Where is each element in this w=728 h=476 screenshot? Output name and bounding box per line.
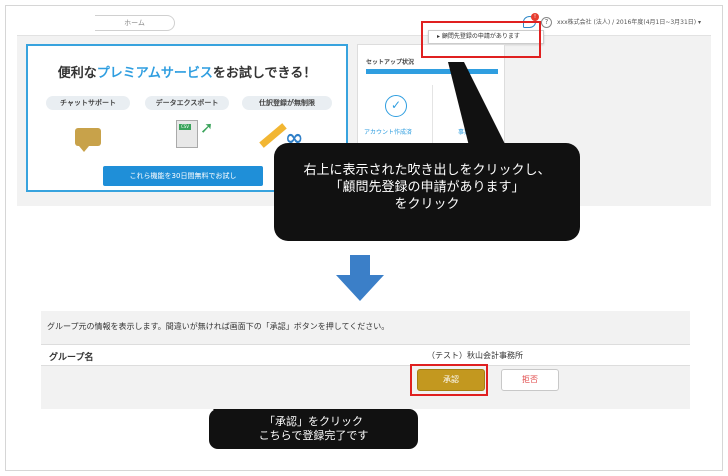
bottom-screenshot: グループ元の情報を表示します。間違いが無ければ画面下の「承認」ボタンを押してくだ… (41, 311, 690, 409)
csv-document-icon: CSV (176, 120, 198, 148)
instruction-callout-bottom: 「承認」をクリック こちらで登録完了です (209, 409, 418, 449)
setup-label-office[interactable]: 事業所 (458, 127, 476, 136)
highlight-notification (421, 21, 541, 58)
notification-badge: ! (531, 13, 539, 21)
top-bar: ホーム ! ? xxx株式会社 (法人) / 2016年度(4月1日~3月31日… (17, 10, 711, 36)
help-icon[interactable]: ? (541, 17, 552, 28)
breadcrumb-home[interactable]: ホーム (95, 15, 175, 31)
instruction-callout-top: 右上に表示された吹き出しをクリックし、 「顧問先登録の申請があります」 をクリッ… (274, 143, 580, 241)
highlight-approve (410, 364, 488, 396)
promo-title-pre: 便利な (57, 66, 97, 81)
chat-support-icon (75, 128, 101, 152)
csv-badge: CSV (179, 124, 191, 130)
feature-chat-support: チャットサポート (46, 96, 130, 110)
callout-bottom-line-1: 「承認」をクリック (264, 415, 363, 428)
callout-top-line-1: 右上に表示された吹き出しをクリックし、 (303, 163, 551, 178)
group-name-value: （テスト）秋山会計事務所 (427, 351, 523, 360)
setup-title: セットアップ状況 (366, 59, 415, 66)
setup-label-account[interactable]: アカウント作成済 (364, 127, 412, 136)
down-arrow-icon (336, 255, 384, 301)
group-name-label: グループ名 (49, 353, 94, 363)
feature-unlimited-entries: 仕訳登録が無制限 (242, 96, 332, 110)
promo-title-highlight: プレミアムサービス (96, 66, 213, 81)
reject-button[interactable]: 拒否 (501, 369, 559, 391)
export-arrow-icon: ➚ (200, 118, 214, 137)
info-message: グループ元の情報を表示します。間違いが無ければ画面下の「承認」ボタンを押してくだ… (47, 322, 390, 331)
company-selector[interactable]: xxx株式会社 (法人) / 2016年度(4月1日~3月31日) ▾ (557, 17, 711, 26)
feature-data-export: データエクスポート (145, 96, 229, 110)
setup-progress-bar (366, 69, 498, 74)
group-row: グループ名 （テスト）秋山会計事務所 (41, 344, 690, 366)
callout-bottom-line-2: こちらで登録完了です (258, 429, 369, 442)
setup-progress-fill (366, 69, 498, 74)
callout-top-line-3: をクリック (394, 197, 460, 212)
promo-title-post: をお試しできる！ (212, 66, 317, 81)
promo-title: 便利なプレミアムサービスをお試しできる！ (28, 62, 346, 81)
check-circle-icon: ✓ (385, 95, 407, 117)
trial-button[interactable]: これら機能を30日間無料でお試し (103, 166, 263, 186)
callout-top-line-2: 「顧問先登録の申請があります」 (329, 180, 525, 195)
